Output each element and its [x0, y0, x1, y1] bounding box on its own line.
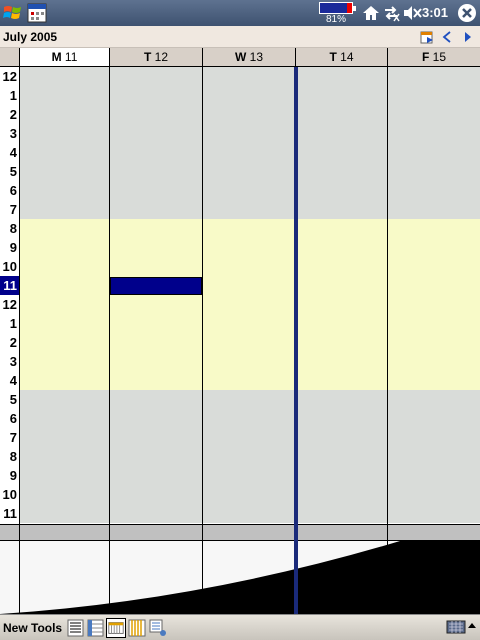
menu-bar: New Tools	[0, 614, 480, 640]
day-number: 11	[61, 50, 78, 64]
wallpaper-background	[0, 541, 480, 614]
week-view-icon[interactable]	[106, 618, 126, 638]
day-column-slot[interactable]	[110, 67, 202, 219]
day-letter: W	[234, 50, 247, 64]
hour-label: 10	[0, 257, 19, 276]
hour-label: 10	[0, 485, 19, 504]
month-view-icon[interactable]	[127, 618, 147, 638]
day-column-slot[interactable]	[110, 390, 202, 523]
header-divider	[295, 48, 296, 67]
day-column-slot[interactable]	[203, 390, 295, 523]
go-to-today-icon[interactable]	[419, 29, 435, 45]
clock[interactable]: 3:01	[422, 5, 448, 20]
hour-label: 2	[0, 333, 19, 352]
hour-label: 11	[0, 504, 19, 523]
header-divider	[387, 48, 388, 67]
previous-week-icon[interactable]	[441, 30, 453, 44]
hour-label: 4	[0, 371, 19, 390]
keyboard-icon[interactable]	[446, 618, 466, 636]
hour-label: 4	[0, 143, 19, 162]
close-icon[interactable]	[457, 3, 477, 23]
tools-menu-button[interactable]: Tools	[31, 621, 62, 635]
hour-label: 8	[0, 447, 19, 466]
date-bar: July 2005	[0, 26, 480, 48]
day-header-t-12[interactable]: T 12	[110, 48, 202, 66]
day-column-slot[interactable]	[296, 390, 387, 523]
agenda-view-icon[interactable]	[66, 618, 86, 638]
header-divider	[202, 48, 203, 67]
year-view-icon[interactable]	[148, 618, 168, 638]
hour-label: 3	[0, 124, 19, 143]
day-letter: T	[329, 50, 337, 64]
column-divider	[387, 67, 388, 614]
day-column-slot[interactable]	[388, 67, 480, 219]
day-column-slot[interactable]	[388, 390, 480, 523]
day-number: 12	[151, 50, 169, 64]
hour-label: 1	[0, 86, 19, 105]
battery-icon[interactable]	[319, 2, 356, 14]
battery-label: 81%	[325, 14, 346, 25]
day-column-slot[interactable]	[203, 67, 295, 219]
week-grid[interactable]: 12 1 2 3 4 5 6 7 8 9 10 11 12 1 2 3 4 5 6 7 8 9 10 11	[0, 67, 480, 614]
hour-label: 2	[0, 105, 19, 124]
hour-label: 8	[0, 219, 19, 238]
day-column-slot[interactable]	[20, 390, 109, 523]
hour-label: 9	[0, 466, 19, 485]
header-divider	[109, 48, 110, 67]
home-icon[interactable]	[362, 4, 380, 22]
connectivity-icon[interactable]	[382, 4, 400, 22]
day-number: 13	[246, 50, 263, 64]
selected-time-slot[interactable]	[110, 277, 202, 295]
day-column-slot[interactable]	[110, 219, 202, 390]
column-divider	[19, 67, 20, 614]
hour-label: 11	[0, 276, 19, 295]
day-column-slot[interactable]	[388, 219, 480, 390]
chevron-up-icon[interactable]	[467, 621, 477, 631]
new-menu-button[interactable]: New	[3, 621, 28, 635]
column-divider	[109, 67, 110, 614]
calendar-app-icon[interactable]	[27, 3, 47, 23]
hour-label: 5	[0, 162, 19, 181]
day-column-slot[interactable]	[20, 67, 109, 219]
day-letter: M	[51, 50, 62, 64]
month-label[interactable]: July 2005	[3, 30, 57, 44]
all-day-strip[interactable]	[0, 524, 480, 541]
day-header-m-11[interactable]: M 11	[20, 48, 109, 66]
day-number: 14	[336, 50, 354, 64]
windows-start-icon[interactable]	[2, 2, 24, 24]
day-column-slot[interactable]	[296, 219, 387, 390]
hour-label: 3	[0, 352, 19, 371]
day-column-slot[interactable]	[203, 219, 295, 390]
day-header-row: M 11 T 12 W 13 T 14 F 15	[0, 48, 480, 67]
day-header-f-15[interactable]: F 15	[388, 48, 480, 66]
day-view-icon[interactable]	[86, 618, 106, 638]
day-number: 15	[429, 50, 447, 64]
day-header-t-14[interactable]: T 14	[296, 48, 387, 66]
title-bar: 81% 3:01	[0, 0, 480, 26]
current-day-marker	[294, 67, 298, 614]
hour-label: 12	[0, 295, 19, 314]
hour-label: 6	[0, 409, 19, 428]
column-divider	[202, 67, 203, 614]
day-column-slot[interactable]	[296, 67, 387, 219]
next-week-icon[interactable]	[461, 30, 473, 44]
hour-label: 9	[0, 238, 19, 257]
hour-label: 12	[0, 67, 19, 86]
header-divider	[19, 48, 20, 67]
hour-label: 6	[0, 181, 19, 200]
day-header-w-13[interactable]: W 13	[203, 48, 295, 66]
hour-label: 7	[0, 428, 19, 447]
hour-label: 5	[0, 390, 19, 409]
hour-label: 1	[0, 314, 19, 333]
volume-muted-icon[interactable]	[402, 4, 422, 22]
day-column-slot[interactable]	[20, 219, 109, 390]
hour-label: 7	[0, 200, 19, 219]
